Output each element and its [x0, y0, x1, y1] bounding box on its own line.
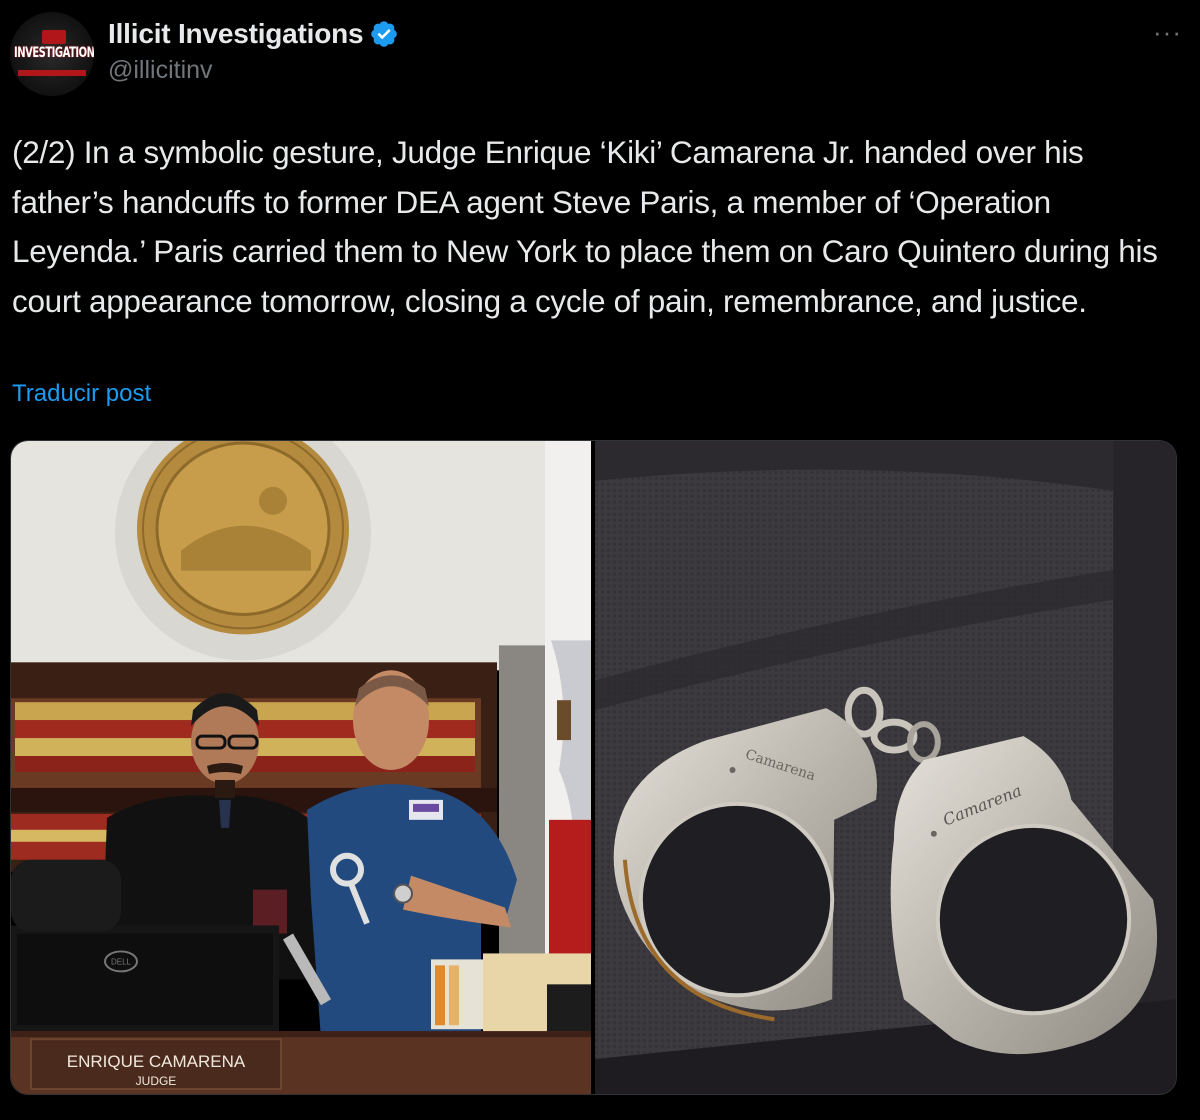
tweet: INVESTIGATIONS Illicit Investigations @i… — [0, 0, 1200, 1120]
media-gallery: DELL ENRIQUE CAMARENA JUDGE Camarena Cam… — [10, 440, 1177, 1095]
author-names: Illicit Investigations @illicitinv — [108, 18, 399, 85]
author-handle[interactable]: @illicitinv — [108, 56, 399, 85]
avatar-logo-text: INVESTIGATIONS — [14, 45, 94, 62]
more-options-icon[interactable]: ··· — [1153, 19, 1182, 45]
logo-bar — [18, 70, 86, 76]
nameplate-name: ENRIQUE CAMARENA — [67, 1052, 246, 1071]
verified-badge-icon — [371, 21, 398, 47]
media-photo-handcuffs[interactable]: Camarena Camarena — [595, 441, 1176, 1094]
author-avatar[interactable]: INVESTIGATIONS — [10, 12, 94, 96]
name-row: Illicit Investigations — [108, 18, 399, 50]
translate-post-link[interactable]: Traducir post — [12, 380, 151, 408]
nameplate-title: JUDGE — [136, 1074, 177, 1088]
courtroom-photo-illustration: DELL ENRIQUE CAMARENA JUDGE — [11, 441, 591, 1094]
media-photo-courtroom[interactable]: DELL ENRIQUE CAMARENA JUDGE — [11, 441, 591, 1094]
monitor-brand-text: DELL — [111, 957, 132, 966]
post-header: INVESTIGATIONS Illicit Investigations @i… — [10, 12, 1190, 96]
handcuffs-photo-illustration: Camarena Camarena — [595, 441, 1176, 1094]
author-display-name[interactable]: Illicit Investigations — [108, 18, 364, 50]
post-text: (2/2) In a symbolic gesture, Judge Enriq… — [12, 134, 1158, 319]
logo-mark — [42, 30, 66, 44]
